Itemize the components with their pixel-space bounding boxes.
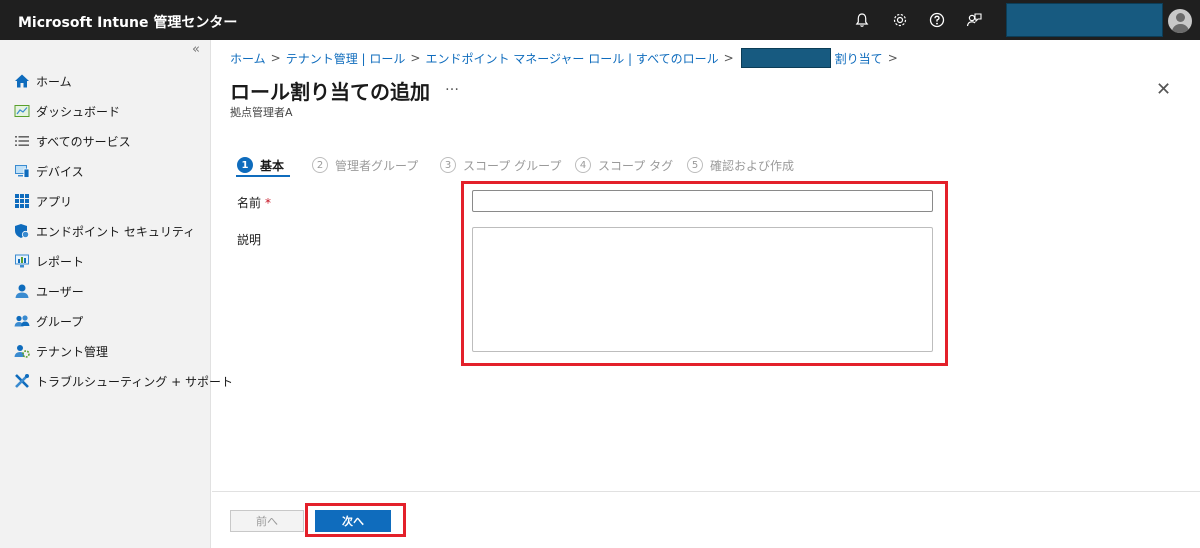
dashboard-icon [14, 103, 30, 119]
sidebar-item-label: エンドポイント セキュリティ [36, 224, 196, 239]
tenant-admin-icon [14, 343, 30, 359]
sidebar-item-groups[interactable]: グループ [14, 310, 83, 332]
step-label: 確認および作成 [710, 158, 795, 173]
sidebar-item-label: アプリ [36, 194, 73, 209]
avatar-body [1172, 24, 1189, 33]
avatar-head [1176, 13, 1185, 22]
name-field[interactable] [472, 190, 933, 212]
more-options-button[interactable]: … [445, 78, 459, 94]
name-label-text: 名前 [237, 196, 262, 210]
feedback-icon[interactable] [964, 10, 984, 30]
sidebar: « ホーム ダッシュボード すべてのサービス デバイス アプリ エンドポイント … [0, 40, 233, 548]
page-title: ロール割り当ての追加 [230, 80, 430, 104]
sidebar-item-apps[interactable]: アプリ [14, 190, 72, 212]
bell-icon[interactable] [852, 10, 872, 30]
top-bar: Microsoft Intune 管理センター [0, 0, 1200, 40]
tab-review-create[interactable]: 5 確認および作成 [687, 152, 794, 178]
breadcrumb-role-name-redacted[interactable] [740, 48, 831, 68]
sidebar-item-label: テナント管理 [36, 344, 109, 359]
breadcrumb-separator: > [410, 51, 421, 65]
help-icon[interactable] [927, 10, 947, 30]
tab-scope-groups[interactable]: 3 スコープ グループ [440, 152, 561, 178]
previous-button[interactable]: 前へ [230, 510, 304, 532]
sidebar-item-label: レポート [36, 254, 85, 269]
sidebar-item-label: ホーム [36, 74, 72, 89]
collapse-sidebar-button[interactable]: « [192, 42, 200, 57]
user-icon [14, 283, 30, 299]
list-icon [14, 133, 30, 149]
troubleshoot-icon [14, 373, 30, 389]
description-field[interactable] [472, 227, 933, 352]
sidebar-item-all-services[interactable]: すべてのサービス [14, 130, 131, 152]
footer-divider [212, 491, 1200, 492]
gear-icon[interactable] [890, 10, 910, 30]
group-icon [14, 313, 30, 329]
app-title[interactable]: Microsoft Intune 管理センター [18, 12, 237, 32]
step-number: 3 [440, 157, 456, 173]
tab-admin-groups[interactable]: 2 管理者グループ [312, 152, 418, 178]
name-label: 名前 * [237, 194, 271, 211]
tab-scope-tags[interactable]: 4 スコープ タグ [575, 152, 673, 178]
sidebar-item-label: ユーザー [36, 284, 84, 299]
sidebar-item-label: ダッシュボード [36, 104, 121, 119]
breadcrumb-tenant-admin-roles[interactable]: テナント管理 | ロール [286, 50, 406, 67]
required-mark: * [265, 196, 272, 210]
page-subtitle: 拠点管理者A [230, 106, 293, 119]
step-number: 2 [312, 157, 328, 173]
avatar[interactable] [1168, 9, 1192, 33]
description-label: 説明 [237, 233, 262, 247]
active-tab-underline [236, 175, 290, 177]
sidebar-item-label: すべてのサービス [36, 134, 131, 149]
sidebar-item-label: グループ [36, 314, 84, 329]
sidebar-item-reports[interactable]: レポート [14, 250, 84, 272]
breadcrumb-home[interactable]: ホーム [230, 50, 266, 67]
sidebar-item-label: トラブルシューティング + サポート [36, 374, 233, 389]
home-icon [14, 73, 30, 89]
close-icon[interactable]: ✕ [1156, 79, 1171, 100]
shield-icon [14, 223, 30, 239]
next-button[interactable]: 次へ [315, 510, 391, 532]
step-number: 1 [237, 157, 253, 173]
step-label: スコープ グループ [463, 158, 562, 173]
breadcrumb: ホーム > テナント管理 | ロール > エンドポイント マネージャー ロール … [230, 48, 903, 68]
device-icon [14, 163, 30, 179]
account-name-redacted[interactable] [1006, 3, 1163, 37]
sidebar-item-devices[interactable]: デバイス [14, 160, 84, 182]
step-label: 管理者グループ [335, 158, 419, 173]
step-number: 5 [687, 157, 703, 173]
breadcrumb-separator: > [723, 51, 734, 65]
breadcrumb-assignments[interactable]: 割り当て [835, 50, 883, 67]
step-label: 基本 [260, 158, 285, 173]
sidebar-item-home[interactable]: ホーム [14, 70, 72, 92]
sidebar-item-users[interactable]: ユーザー [14, 280, 84, 302]
sidebar-item-troubleshooting[interactable]: トラブルシューティング + サポート [14, 370, 233, 392]
breadcrumb-all-roles[interactable]: エンドポイント マネージャー ロール | すべてのロール [425, 50, 718, 67]
breadcrumb-separator: > [887, 51, 898, 65]
sidebar-item-dashboard[interactable]: ダッシュボード [14, 100, 120, 122]
step-label: スコープ タグ [598, 158, 674, 173]
step-number: 4 [575, 157, 591, 173]
report-icon [14, 253, 30, 269]
sidebar-item-endpoint-security[interactable]: エンドポイント セキュリティ [14, 220, 195, 242]
breadcrumb-separator: > [270, 51, 281, 65]
sidebar-item-label: デバイス [36, 164, 84, 179]
apps-grid-icon [14, 193, 30, 209]
sidebar-item-tenant-admin[interactable]: テナント管理 [14, 340, 108, 362]
